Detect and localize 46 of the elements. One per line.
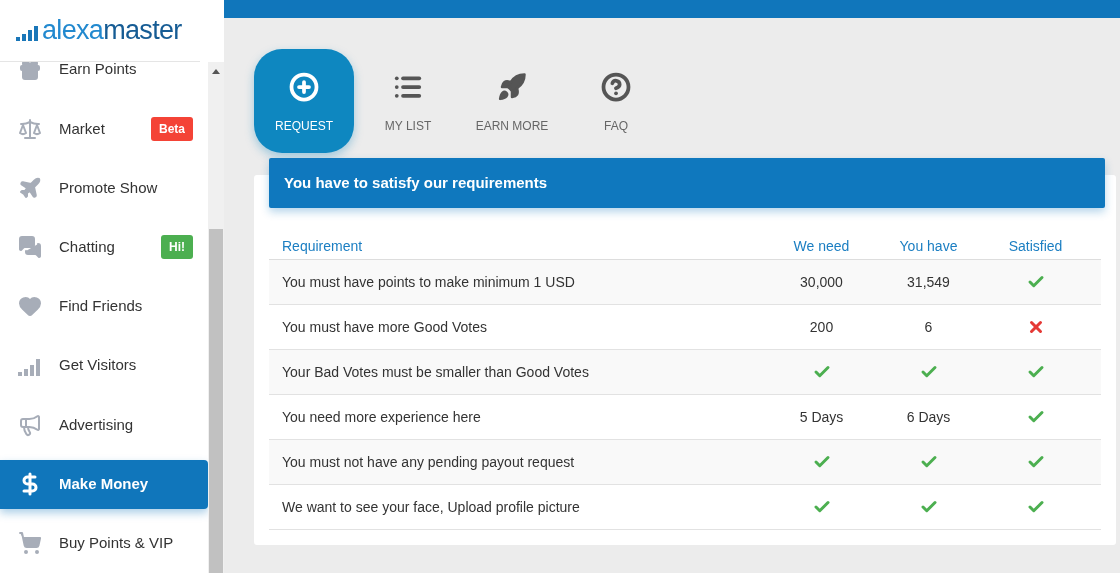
megaphone-icon <box>18 412 42 437</box>
table-cell-text: 200 <box>809 317 834 337</box>
scroll-up-icon[interactable] <box>212 69 220 74</box>
table-cell-text: You must not have any pending payout request <box>282 452 575 472</box>
plane-icon <box>18 176 42 201</box>
tab[interactable]: FAQ <box>566 49 666 153</box>
sidebar-item[interactable]: Make Money <box>0 459 208 509</box>
rocket-icon <box>497 71 527 102</box>
help-icon <box>601 71 631 102</box>
plus-icon <box>289 71 319 102</box>
sidebar-badge: Beta <box>151 116 193 141</box>
chat-icon <box>18 235 42 260</box>
panel-title: You have to satisfy our requirements <box>284 172 548 193</box>
logo-bars-icon <box>16 24 40 41</box>
sidebar-item[interactable]: Market Beta <box>0 104 208 154</box>
column-header: Satisfied <box>1008 236 1063 256</box>
table-cell-text: 5 Days <box>799 407 844 427</box>
table-cell-text: Your Bad Votes must be smaller than Good Votes <box>282 362 589 382</box>
heart-icon <box>18 294 42 319</box>
sidebar-item[interactable]: Get Visitors <box>0 341 208 391</box>
table-cell-text: 31,549 <box>907 272 950 292</box>
table-cell-text: You must have more Good Votes <box>282 317 487 337</box>
tab[interactable]: EARN MORE <box>462 49 562 153</box>
tab[interactable]: REQUEST <box>254 49 354 153</box>
sidebar-badge: Hi! <box>161 235 193 260</box>
sidebar-item[interactable]: Chatting Hi! <box>0 222 208 272</box>
table-cell-text: You need more experience here <box>282 407 481 427</box>
table-cell-text: We want to see your face, Upload profile picture <box>282 497 580 517</box>
gift-icon <box>18 62 42 82</box>
logo-text: alexamaster <box>42 17 182 44</box>
table-cell-text: 6 <box>924 317 933 337</box>
sidebar-item[interactable]: Find Friends <box>0 281 208 332</box>
column-header: We need <box>793 236 850 256</box>
table-cell-text: You must have points to make minimum 1 USD <box>282 272 575 292</box>
sidebar-item[interactable]: Promote Show <box>0 163 208 213</box>
scrollbar[interactable] <box>208 62 224 573</box>
sidebar-item[interactable]: Earn Points <box>0 62 208 95</box>
sidebar-item[interactable]: Advertising <box>0 400 208 450</box>
tab[interactable]: MY LIST <box>358 49 458 153</box>
column-header: You have <box>899 236 958 256</box>
column-header: Requirement <box>281 236 364 256</box>
table-cell-text: 6 Days <box>906 407 951 427</box>
cart-icon <box>18 531 42 556</box>
table-cell-text: 30,000 <box>800 272 843 292</box>
scale-icon <box>18 116 42 141</box>
sidebar-item[interactable]: Buy Points & VIP <box>0 518 208 568</box>
